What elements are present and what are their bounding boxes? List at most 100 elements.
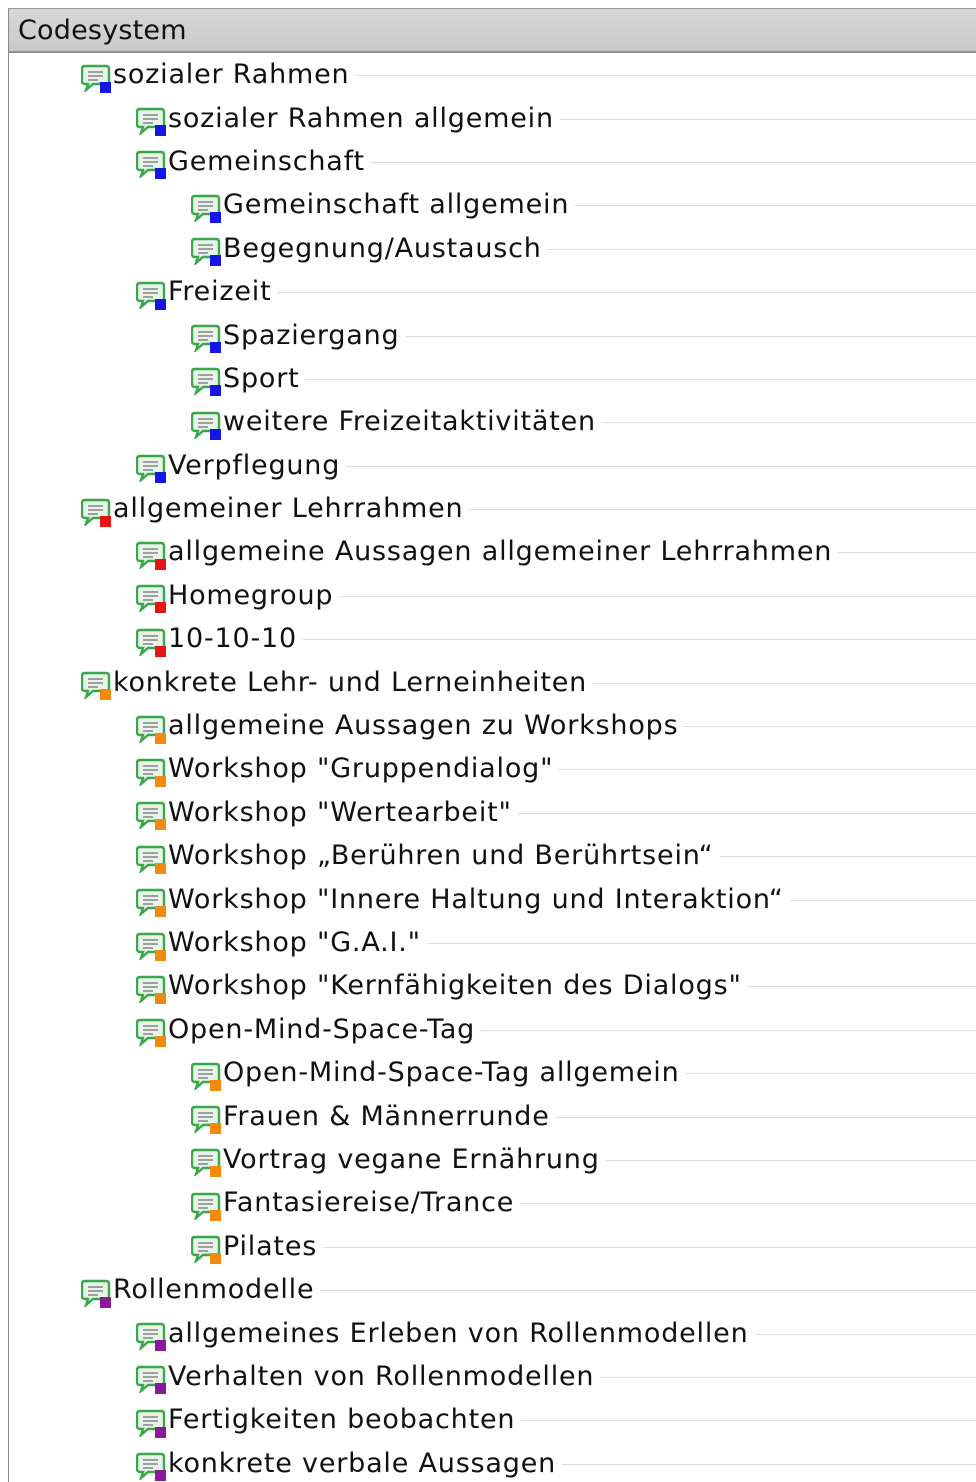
code-label: Verhalten von Rollenmodellen [168,1361,594,1392]
code-icon [191,1146,221,1176]
code-icon [191,1190,221,1220]
row-guide-line [427,943,976,944]
code-tree-item[interactable]: Fantasiereise/Trance [9,1181,976,1224]
panel-title: Codesystem [18,15,187,46]
code-tree-item[interactable]: Open-Mind-Space-Tag [9,1008,976,1051]
code-color-marker [155,1427,166,1438]
code-label: Verpflegung [168,450,340,481]
code-tree-item[interactable]: konkrete verbale Aussagen [9,1442,976,1482]
code-label: Workshop „Berühren und Berührtsein“ [168,840,714,871]
code-label: Workshop "G.A.I." [168,927,421,958]
code-label: 10-10-10 [168,623,297,654]
code-label: Open-Mind-Space-Tag [168,1014,475,1045]
code-tree-item[interactable]: Verhalten von Rollenmodellen [9,1355,976,1398]
code-color-marker [155,299,166,310]
code-tree-item[interactable]: Begegnung/Austausch [9,227,976,270]
code-label: weitere Freizeitaktivitäten [223,406,596,437]
code-icon [81,62,111,92]
code-icon [136,973,166,1003]
code-tree-item[interactable]: allgemeines Erleben von Rollenmodellen [9,1311,976,1354]
panel-header[interactable]: Codesystem [9,9,976,53]
row-guide-line [518,813,976,814]
code-icon [191,365,221,395]
code-tree-item[interactable]: 10-10-10 [9,617,976,660]
code-tree-item[interactable]: Workshop "Gruppendialog" [9,747,976,790]
code-icon [136,279,166,309]
row-guide-line [606,1160,976,1161]
code-icon [191,1233,221,1263]
row-guide-line [748,986,976,987]
row-guide-line [320,1290,976,1291]
code-tree-item[interactable]: Workshop "Innere Haltung und Interaktion… [9,877,976,920]
code-color-marker [155,602,166,613]
row-guide-line [355,75,976,76]
code-color-marker [155,646,166,657]
code-tree-item[interactable]: Open-Mind-Space-Tag allgemein [9,1051,976,1094]
code-icon [191,322,221,352]
code-tree-item[interactable]: Pilates [9,1225,976,1268]
code-tree-item[interactable]: Workshop "Kernfähigkeiten des Dialogs" [9,964,976,1007]
row-guide-line [602,422,976,423]
code-tree-item[interactable]: Sport [9,357,976,400]
code-tree: sozialer Rahmen sozialer Rahmen allgemein… [9,53,976,1482]
code-icon [136,582,166,612]
code-tree-item[interactable]: Gemeinschaft [9,140,976,183]
code-tree-item[interactable]: Verpflegung [9,444,976,487]
code-tree-item[interactable]: allgemeine Aussagen allgemeiner Lehrrahm… [9,530,976,573]
row-guide-line [346,466,976,467]
code-icon [191,409,221,439]
code-color-marker [155,1470,166,1481]
code-icon [136,626,166,656]
code-label: Fantasiereise/Trance [223,1187,514,1218]
code-label: Freizeit [168,276,271,307]
code-tree-item[interactable]: sozialer Rahmen allgemein [9,96,976,139]
code-tree-item[interactable]: Homegroup [9,574,976,617]
row-guide-line [559,769,976,770]
code-tree-item[interactable]: allgemeiner Lehrrahmen [9,487,976,530]
row-guide-line [560,119,976,120]
code-tree-item[interactable]: Freizeit [9,270,976,313]
code-tree-item[interactable]: weitere Freizeitaktivitäten [9,400,976,443]
code-label: allgemeine Aussagen allgemeiner Lehrrahm… [168,536,832,567]
code-color-marker [210,1123,221,1134]
code-icon [136,756,166,786]
row-guide-line [562,1464,976,1465]
code-color-marker [155,906,166,917]
code-color-marker [210,342,221,353]
code-icon [136,148,166,178]
code-label: sozialer Rahmen [113,59,349,90]
code-tree-item[interactable]: Fertigkeiten beobachten [9,1398,976,1441]
row-guide-line [405,336,976,337]
code-tree-item[interactable]: Spaziergang [9,313,976,356]
code-tree-item[interactable]: sozialer Rahmen [9,53,976,96]
code-label: allgemeine Aussagen zu Workshops [168,710,678,741]
code-label: allgemeines Erleben von Rollenmodellen [168,1318,749,1349]
code-icon [136,1407,166,1437]
code-tree-item[interactable]: Workshop "G.A.I." [9,921,976,964]
code-color-marker [210,429,221,440]
row-guide-line [520,1203,976,1204]
code-icon [136,843,166,873]
code-tree-item[interactable]: Gemeinschaft allgemein [9,183,976,226]
code-color-marker [155,472,166,483]
code-tree-item[interactable]: allgemeine Aussagen zu Workshops [9,704,976,747]
code-icon [136,1363,166,1393]
code-color-marker [155,993,166,1004]
row-guide-line [790,900,976,901]
code-label: Vortrag vegane Ernährung [223,1144,600,1175]
code-tree-item[interactable]: Workshop „Berühren und Berührtsein“ [9,834,976,877]
code-tree-item[interactable]: Workshop "Wertearbeit" [9,791,976,834]
row-guide-line [720,856,976,857]
row-guide-line [481,1030,976,1031]
code-label: Workshop "Gruppendialog" [168,753,553,784]
code-tree-item[interactable]: konkrete Lehr- und Lerneinheiten [9,660,976,703]
code-icon [136,799,166,829]
code-icon [136,886,166,916]
code-tree-item[interactable]: Vortrag vegane Ernährung [9,1138,976,1181]
code-tree-item[interactable]: Frauen & Männerrunde [9,1094,976,1137]
code-color-marker [100,82,111,93]
code-color-marker [210,212,221,223]
code-color-marker [210,1166,221,1177]
code-tree-item[interactable]: Rollenmodelle [9,1268,976,1311]
code-color-marker [210,1080,221,1091]
